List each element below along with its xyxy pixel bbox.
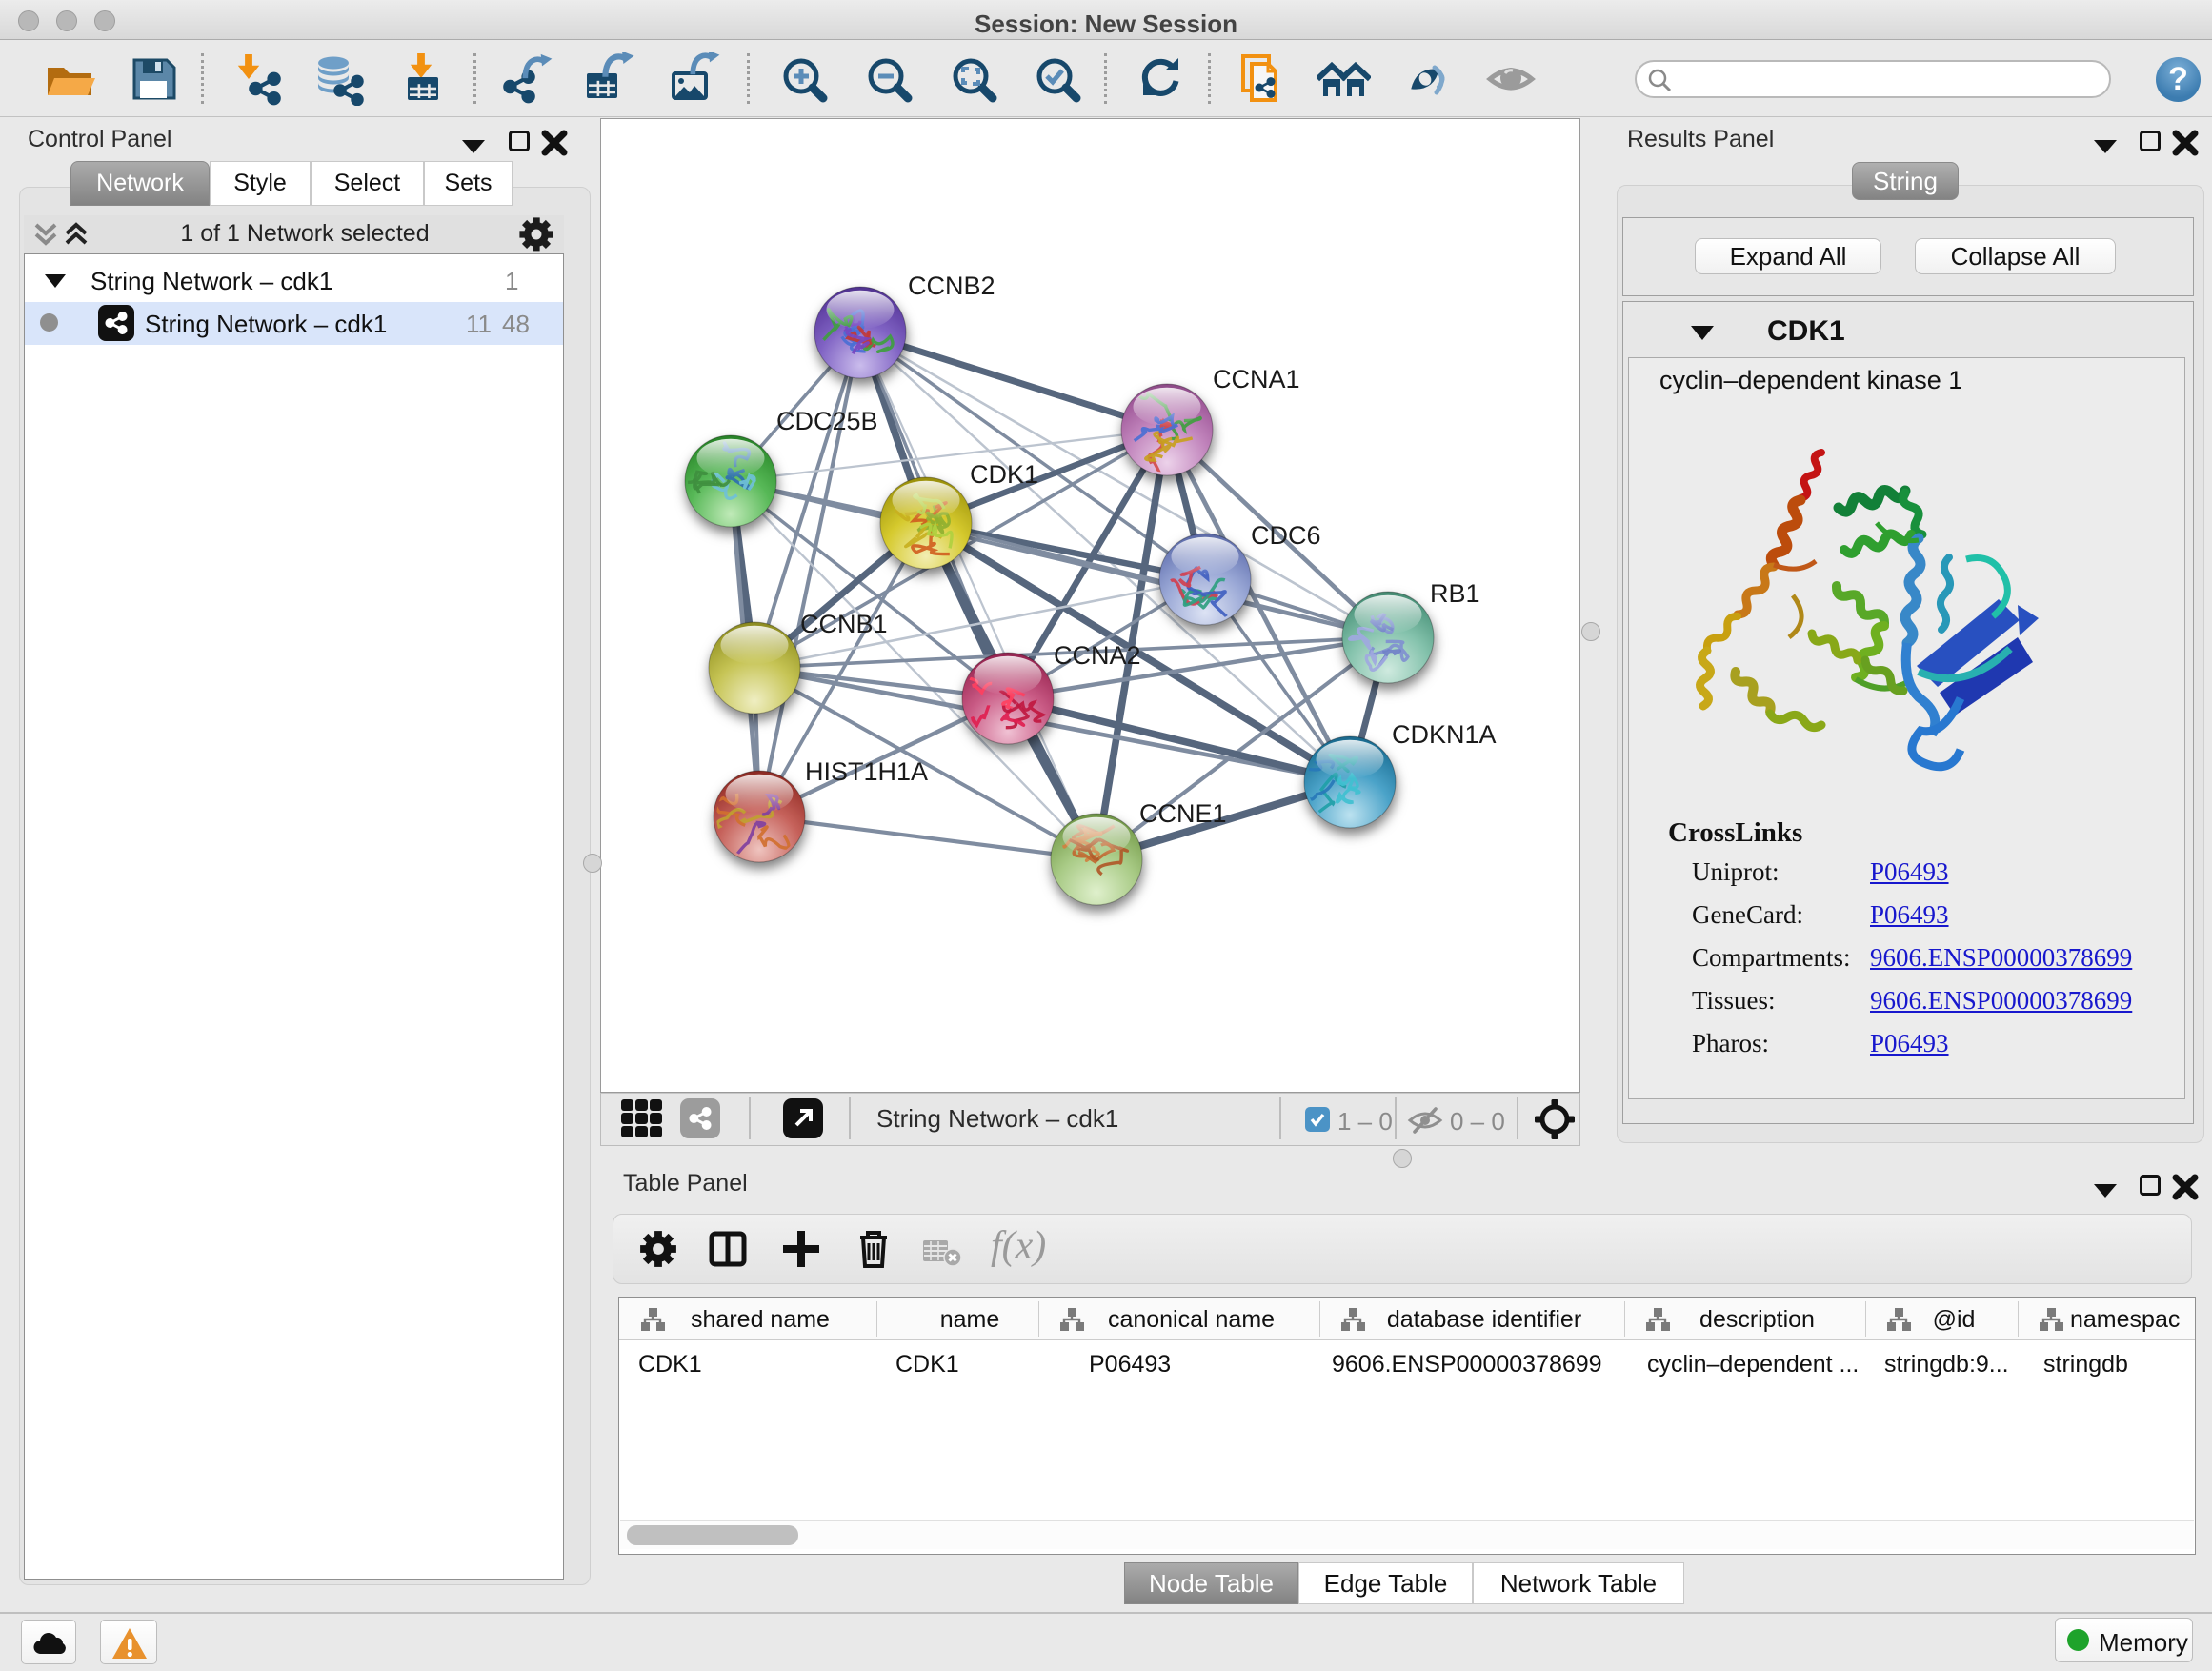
svg-text:CDC6: CDC6 — [1251, 521, 1321, 550]
svg-text:CDKN1A: CDKN1A — [1392, 720, 1497, 749]
svg-text:CDK1: CDK1 — [970, 460, 1038, 489]
svg-text:RB1: RB1 — [1430, 579, 1480, 608]
svg-text:CCNB1: CCNB1 — [800, 610, 888, 638]
svg-text:CCNA1: CCNA1 — [1213, 365, 1300, 393]
svg-text:CCNE1: CCNE1 — [1139, 799, 1227, 828]
svg-text:CCNA2: CCNA2 — [1054, 641, 1141, 670]
svg-text:HIST1H1A: HIST1H1A — [805, 757, 928, 786]
svg-text:CDC25B: CDC25B — [776, 407, 878, 435]
svg-text:CCNB2: CCNB2 — [908, 272, 995, 300]
